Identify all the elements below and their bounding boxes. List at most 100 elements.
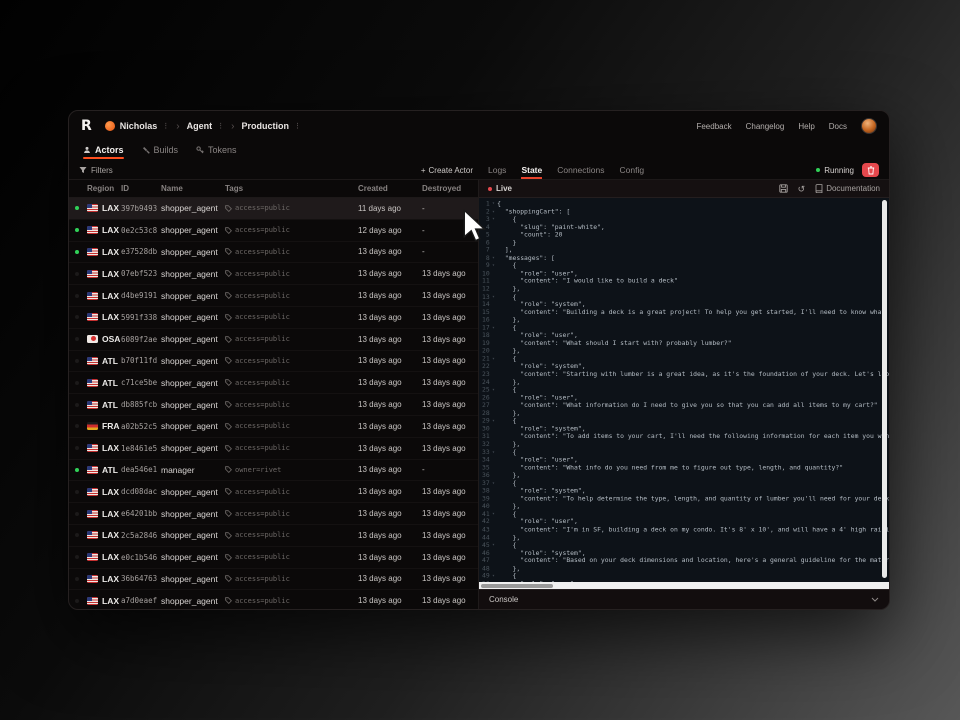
live-indicator[interactable]: Live xyxy=(488,184,512,193)
feedback-link[interactable]: Feedback xyxy=(696,122,731,131)
vertical-scrollbar[interactable] xyxy=(882,200,887,578)
breadcrumb-environment[interactable]: Production ⋮ xyxy=(241,121,301,131)
table-row[interactable]: LAX 1e8461e5 shopper_agent access=public… xyxy=(69,438,478,460)
breadcrumb-user[interactable]: Nicholas ⋮ xyxy=(105,121,170,131)
profile-avatar[interactable] xyxy=(861,118,877,134)
tag-icon xyxy=(225,270,232,277)
table-row[interactable]: LAX a7d0eaef shopper_agent access=public… xyxy=(69,590,478,609)
table-row[interactable]: ATL c71ce5be shopper_agent access=public… xyxy=(69,372,478,394)
breadcrumb-project[interactable]: Agent ⋮ xyxy=(187,121,225,131)
fold-arrow-icon[interactable]: ▾ xyxy=(490,417,497,425)
fold-arrow-icon[interactable]: ▾ xyxy=(490,355,497,363)
col-created[interactable]: Created xyxy=(358,184,422,193)
line-number: 42 xyxy=(479,518,490,526)
table-row[interactable]: ATL b70f11fd shopper_agent access=public… xyxy=(69,351,478,373)
table-row[interactable]: LAX d4be9191 shopper_agent access=public… xyxy=(69,285,478,307)
table-row[interactable]: LAX e64201bb shopper_agent access=public… xyxy=(69,503,478,525)
code-line: 39 ▾ "content": "To help determine the t… xyxy=(479,495,889,503)
save-state-button[interactable] xyxy=(779,184,788,193)
user-avatar-icon xyxy=(105,121,115,131)
help-link[interactable]: Help xyxy=(798,122,814,131)
filters-button[interactable]: Filters xyxy=(79,166,113,175)
region-flag-icon xyxy=(87,292,98,300)
col-name[interactable]: Name xyxy=(161,184,225,193)
col-destroyed[interactable]: Destroyed xyxy=(422,184,472,193)
console-bar[interactable]: Console xyxy=(479,589,889,609)
col-region[interactable]: Region xyxy=(87,184,121,193)
code-line: 13 ▾ { xyxy=(479,293,889,301)
docs-link[interactable]: Docs xyxy=(829,122,847,131)
code-text: "role": "user", xyxy=(497,332,578,340)
fold-arrow-icon[interactable]: ▾ xyxy=(490,510,497,518)
table-row[interactable]: LAX e37528db shopper_agent access=public… xyxy=(69,242,478,264)
actor-name: shopper_agent xyxy=(161,225,225,235)
fold-arrow-icon[interactable]: ▾ xyxy=(490,216,497,224)
line-number: 45 xyxy=(479,541,490,549)
code-line: 16 ▾ }, xyxy=(479,316,889,324)
state-code-editor[interactable]: 1 ▾ { 2 ▾ "shoppingCart": [ 3 ▾ { xyxy=(479,198,889,589)
table-row[interactable]: OSA 6089f2ae shopper_agent access=public… xyxy=(69,329,478,351)
table-row[interactable]: FRA a02b52c5 shopper_agent access=public… xyxy=(69,416,478,438)
switcher-icon[interactable]: ⋮ xyxy=(217,123,224,130)
line-number: 11 xyxy=(479,278,490,286)
actor-id: 6089f2ae xyxy=(121,335,161,344)
line-number: 12 xyxy=(479,285,490,293)
tab-logs[interactable]: Logs xyxy=(488,161,506,179)
horizontal-scrollbar[interactable] xyxy=(479,582,889,589)
line-number: 30 xyxy=(479,425,490,433)
fold-arrow-icon[interactable]: ▾ xyxy=(490,293,497,301)
fold-arrow-icon[interactable]: ▾ xyxy=(490,324,497,332)
changelog-link[interactable]: Changelog xyxy=(746,122,785,131)
destroyed-cell: 13 days ago xyxy=(422,509,472,518)
region-cell: LAX xyxy=(87,225,121,235)
chevron-down-icon[interactable] xyxy=(871,597,879,602)
fold-arrow-icon[interactable]: ▾ xyxy=(490,386,497,394)
line-number: 43 xyxy=(479,526,490,534)
table-row[interactable]: LAX 397b9493 shopper_agent access=public… xyxy=(69,198,478,220)
tab-connections[interactable]: Connections xyxy=(557,161,604,179)
code-text: ], xyxy=(497,247,512,255)
table-row[interactable]: LAX 36b64763 shopper_agent access=public… xyxy=(69,569,478,591)
table-row[interactable]: LAX 2c5a2846 shopper_agent access=public… xyxy=(69,525,478,547)
table-row[interactable]: LAX e0c1b546 shopper_agent access=public… xyxy=(69,547,478,569)
code-line: 34 ▾ "role": "user", xyxy=(479,456,889,464)
fold-arrow-icon[interactable]: ▾ xyxy=(490,208,497,216)
line-number: 24 xyxy=(479,378,490,386)
table-row[interactable]: LAX 5991f338 shopper_agent access=public… xyxy=(69,307,478,329)
code-text: "role": "system", xyxy=(497,549,585,557)
documentation-link[interactable]: Documentation xyxy=(815,184,880,193)
region-flag-icon xyxy=(87,357,98,365)
switcher-icon[interactable]: ⋮ xyxy=(294,123,301,130)
destroyed-cell: 13 days ago xyxy=(422,487,472,496)
filter-icon xyxy=(79,166,87,174)
line-number: 6 xyxy=(479,239,490,247)
fold-arrow-icon[interactable]: ▾ xyxy=(490,572,497,580)
fold-arrow-icon[interactable]: ▾ xyxy=(490,262,497,270)
refresh-button[interactable]: ↺ xyxy=(798,185,806,193)
destroy-actor-button[interactable] xyxy=(862,163,879,177)
col-tags[interactable]: Tags xyxy=(225,184,358,193)
region-flag-icon xyxy=(87,466,98,474)
tab-config[interactable]: Config xyxy=(620,161,645,179)
fold-arrow-icon[interactable]: ▾ xyxy=(490,254,497,262)
table-row[interactable]: ATL db885fcb shopper_agent access=public… xyxy=(69,394,478,416)
chevron-right-icon: › xyxy=(176,121,179,132)
table-row[interactable]: LAX 07ebf523 shopper_agent access=public… xyxy=(69,263,478,285)
fold-arrow-icon[interactable]: ▾ xyxy=(490,479,497,487)
table-row[interactable]: ATL dea546e1 manager owner=rivet 13 days… xyxy=(69,460,478,482)
tab-state[interactable]: State xyxy=(521,161,542,179)
fold-arrow-icon[interactable]: ▾ xyxy=(490,541,497,549)
rivet-logo[interactable]: R xyxy=(81,118,91,134)
table-row[interactable]: LAX 0e2c53c8 shopper_agent access=public… xyxy=(69,220,478,242)
table-row[interactable]: LAX dcd08dac shopper_agent access=public… xyxy=(69,481,478,503)
tab-tokens[interactable]: Tokens xyxy=(196,141,237,158)
horizontal-scrollbar-thumb[interactable] xyxy=(481,584,553,588)
fold-arrow-icon[interactable]: ▾ xyxy=(490,448,497,456)
tab-actors[interactable]: Actors xyxy=(83,141,124,158)
region-flag-icon xyxy=(87,204,98,212)
fold-arrow-icon[interactable]: ▾ xyxy=(490,200,497,208)
tab-builds[interactable]: Builds xyxy=(142,141,179,158)
col-id[interactable]: ID xyxy=(121,184,161,193)
switcher-icon[interactable]: ⋮ xyxy=(162,123,169,130)
create-actor-button[interactable]: + Create Actor xyxy=(421,166,473,175)
